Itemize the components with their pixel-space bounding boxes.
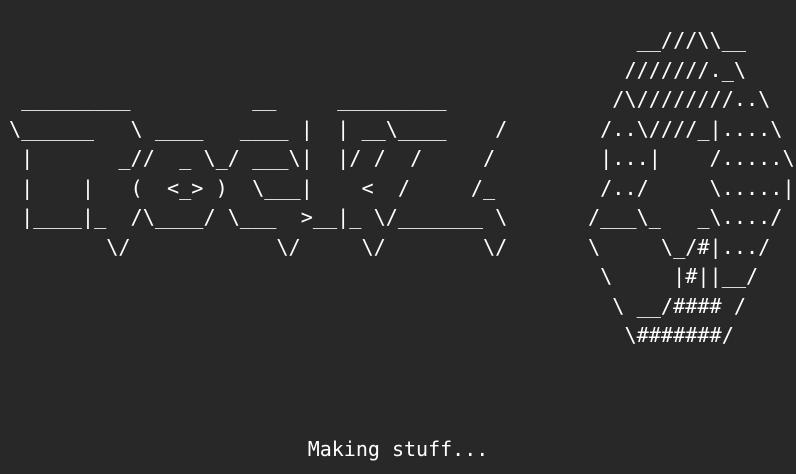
status-message: Making stuff... [307,437,489,461]
ascii-badge-art: __///\\__ ///////._\ /\////////..\ /..\/… [588,28,795,347]
ascii-logo-text: _________ __ _________ \______ \ ____ __… [9,87,508,259]
terminal-screen: _________ __ _________ \______ \ ____ __… [0,0,796,474]
